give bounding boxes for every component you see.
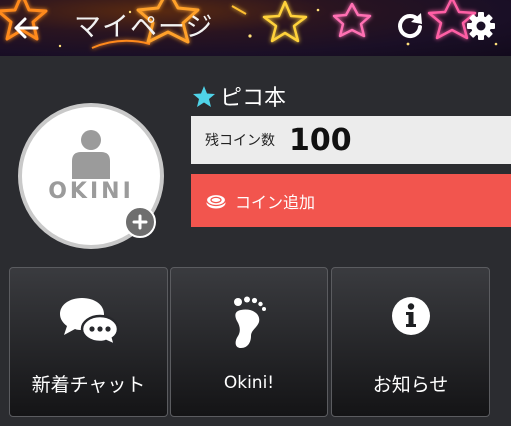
new-chat-label: 新着チャット (31, 374, 146, 396)
coin-balance-label: 残コイン数 (205, 133, 275, 149)
chat-bubbles-icon (59, 298, 119, 346)
okini-tile[interactable]: Okini! (170, 267, 328, 417)
coin-balance: 残コイン数 100 (191, 116, 511, 164)
coin-icon (205, 193, 227, 208)
refresh-icon (398, 13, 422, 39)
star-icon (193, 85, 215, 107)
okini-label: Okini! (223, 373, 275, 393)
app-header: マイページ (0, 0, 511, 56)
back-arrow-icon (14, 17, 39, 39)
person-icon (72, 130, 110, 179)
back-button[interactable] (8, 10, 44, 46)
coin-balance-value: 100 (289, 122, 352, 158)
add-coin-label: コイン追加 (235, 192, 316, 212)
info-icon (391, 297, 430, 335)
refresh-button[interactable] (392, 8, 428, 44)
user-name-row: ピコ本 (192, 80, 286, 112)
add-coin-button[interactable]: コイン追加 (191, 174, 511, 227)
page-title: マイページ (74, 12, 214, 43)
user-name: ピコ本 (220, 86, 287, 111)
news-label: お知らせ (372, 374, 449, 396)
new-chat-tile[interactable]: 新着チャット (9, 267, 168, 417)
avatar-logo-text: OKINI (48, 179, 134, 204)
settings-button[interactable] (463, 8, 499, 44)
news-tile[interactable]: お知らせ (331, 267, 490, 417)
gear-icon (467, 12, 495, 40)
plus-icon (132, 214, 148, 230)
footprint-icon (234, 296, 266, 348)
add-photo-button[interactable] (124, 206, 156, 238)
